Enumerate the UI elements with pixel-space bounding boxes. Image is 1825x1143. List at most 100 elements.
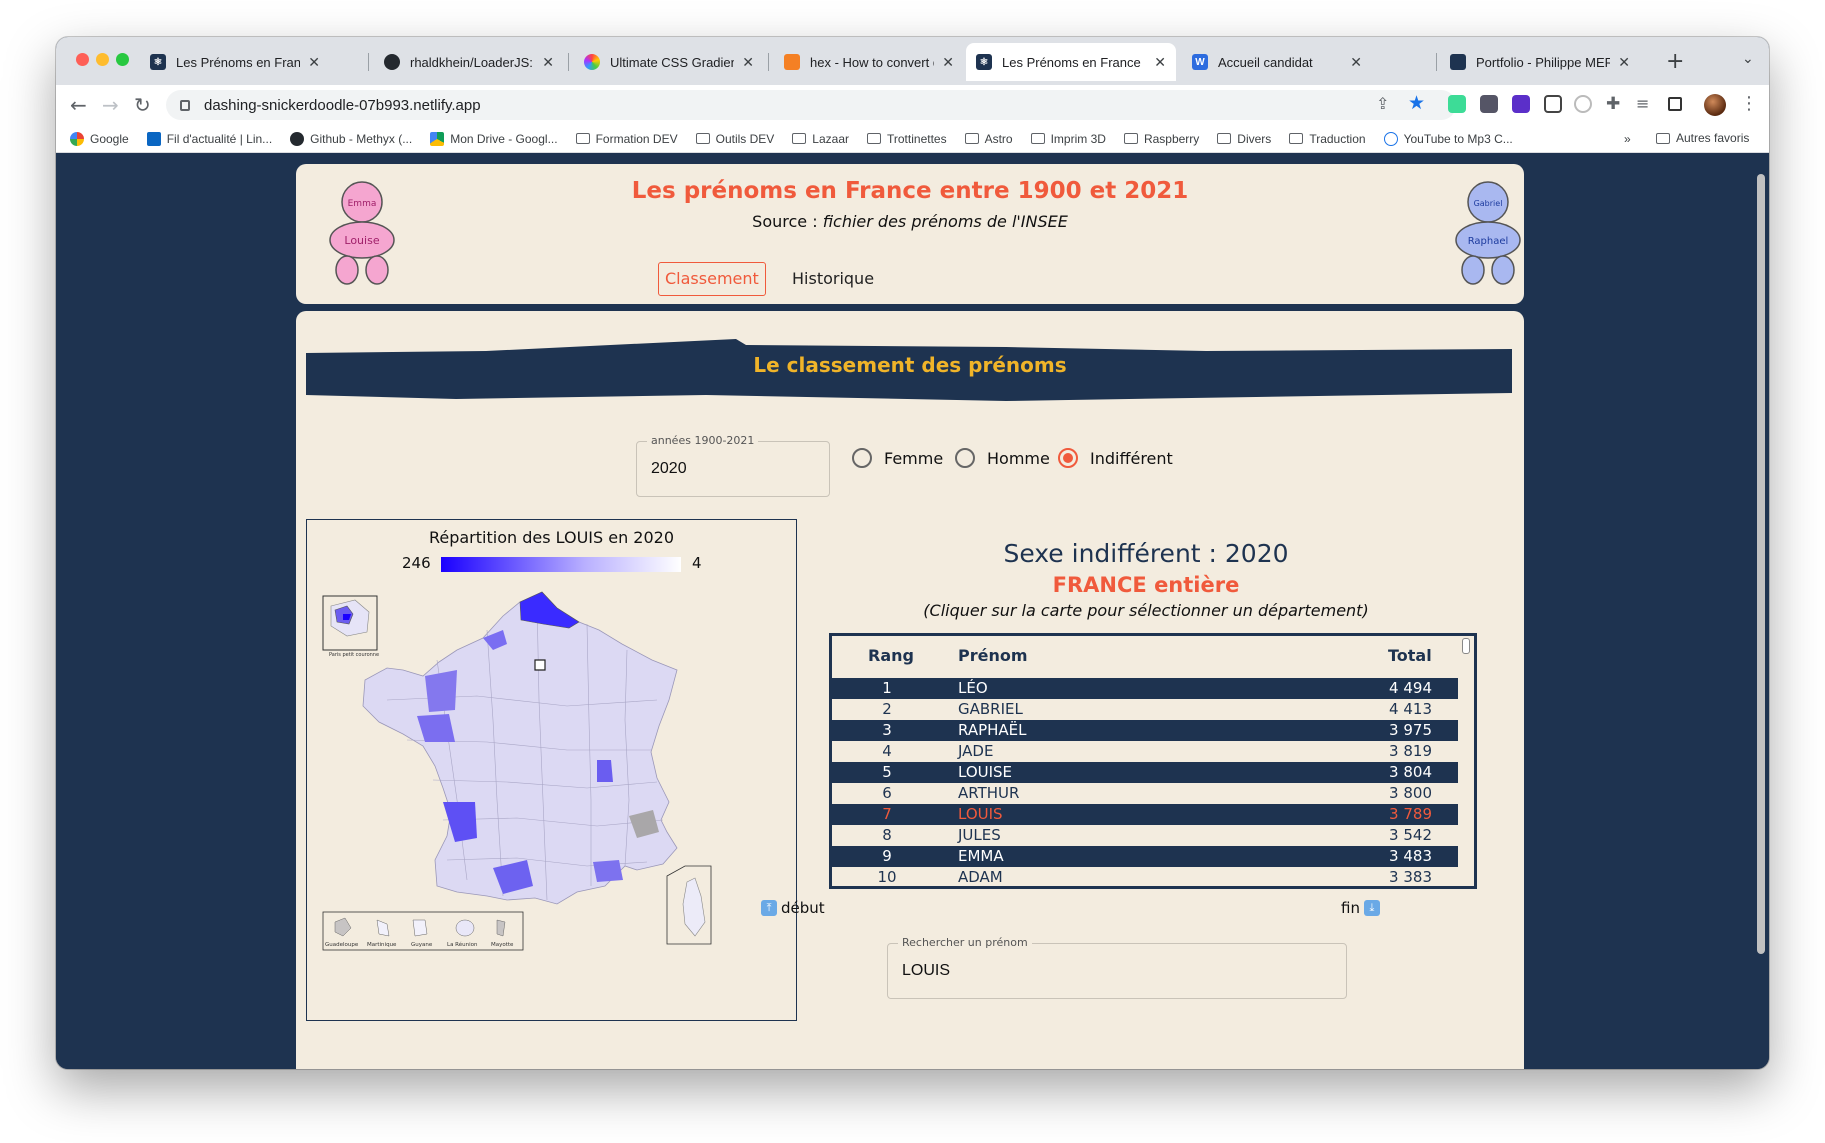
search-input[interactable]: LOUIS — [902, 962, 950, 980]
browser-toolbar: ← → ↻ dashing-snickerdoodle-07b993.netli… — [56, 85, 1769, 125]
radio-indifferent-circle[interactable] — [1058, 448, 1078, 468]
table-row[interactable]: 5 LOUISE 3 804 — [832, 762, 1458, 783]
table-scrollbar[interactable] — [1462, 638, 1470, 654]
tab-search-chevron-icon[interactable]: ⌄ — [1742, 51, 1754, 67]
search-field[interactable]: Rechercher un prénom LOUIS — [887, 936, 1347, 999]
bookmark-folder-traduction[interactable]: Traduction — [1289, 132, 1366, 146]
pager-end-button[interactable]: fin ⤓ — [1341, 899, 1380, 917]
table-row[interactable]: 3 RAPHAËL 3 975 — [832, 720, 1458, 741]
year-field[interactable]: années 1900-2021 2020 — [636, 434, 830, 497]
nav-classement[interactable]: Classement — [658, 262, 766, 296]
compass-extension-icon[interactable] — [1574, 95, 1592, 113]
bookmarks-overflow-button[interactable]: » — [1624, 132, 1631, 146]
bookmark-folder-divers[interactable]: Divers — [1217, 132, 1271, 146]
new-tab-icon[interactable]: + — [1666, 49, 1684, 74]
close-tab-icon[interactable]: ✕ — [942, 54, 954, 71]
reload-icon[interactable]: ↻ — [134, 93, 151, 117]
side-panel-icon[interactable] — [1668, 97, 1682, 111]
bookmark-folder-trottinettes[interactable]: Trottinettes — [867, 132, 947, 146]
share-icon[interactable]: ⇪ — [1376, 94, 1389, 113]
close-tab-icon[interactable]: ✕ — [542, 54, 554, 71]
bookmark-google[interactable]: Google — [70, 131, 129, 146]
cell-prenom: RAPHAËL — [958, 721, 1027, 739]
close-tab-icon[interactable]: ✕ — [308, 54, 320, 71]
table-row[interactable]: 2 GABRIEL 4 413 — [832, 699, 1458, 720]
radio-femme[interactable]: Femme — [852, 448, 943, 468]
bookmark-folder-astro[interactable]: Astro — [964, 132, 1013, 146]
cell-total: 3 383 — [1389, 868, 1432, 886]
tab-5-active[interactable]: ⚛ Les Prénoms en France ✕ — [966, 43, 1176, 81]
radio-homme-circle[interactable] — [955, 448, 975, 468]
paris-inset-label: Paris petit couronne — [329, 652, 379, 658]
image-extension-icon[interactable] — [1544, 95, 1562, 113]
table-row[interactable]: 8 JULES 3 542 — [832, 825, 1458, 846]
cell-total: 3 542 — [1389, 826, 1432, 844]
tab-4[interactable]: hex - How to convert deci ✕ — [774, 43, 964, 81]
pager-start-button[interactable]: ⤒ début — [761, 899, 825, 917]
tab-2[interactable]: rhaldkhein/LoaderJS: A fle ✕ — [374, 43, 564, 81]
extension-1-icon[interactable] — [1448, 95, 1466, 113]
page-viewport: Emma Louise Les prénoms en France entre … — [56, 154, 1769, 1069]
table-row[interactable]: 4 JADE 3 819 — [832, 741, 1458, 762]
page-scrollbar[interactable] — [1757, 174, 1765, 954]
download-cloud-icon — [1383, 131, 1398, 146]
ranking-table[interactable]: Rang Prénom Total 1 LÉO 4 494 2 GABRIEL 4 413… — [829, 633, 1477, 889]
extension-3-icon[interactable] — [1512, 95, 1530, 113]
france-map[interactable]: Paris petit couronne Guadeloupe Martiniq… — [307, 520, 798, 1022]
cell-rang: 1 — [882, 679, 892, 697]
close-tab-icon[interactable]: ✕ — [1154, 54, 1166, 71]
bookmark-drive[interactable]: Mon Drive - Googl... — [430, 131, 558, 146]
close-tab-icon[interactable]: ✕ — [742, 54, 754, 71]
bookmark-folder-outils[interactable]: Outils DEV — [695, 132, 774, 146]
radio-indifferent[interactable]: Indifférent — [1058, 448, 1173, 468]
close-tab-icon[interactable]: ✕ — [1350, 54, 1362, 71]
close-window-button[interactable] — [76, 53, 89, 66]
table-row[interactable]: 1 LÉO 4 494 — [832, 678, 1458, 699]
bookmark-star-icon[interactable]: ★ — [1408, 92, 1425, 114]
bookmark-github[interactable]: Github - Methyx (... — [290, 131, 412, 146]
radio-femme-circle[interactable] — [852, 448, 872, 468]
bookmark-folder-raspberry[interactable]: Raspberry — [1123, 132, 1199, 146]
results-title: Sexe indifférent : 2020 — [1003, 539, 1289, 568]
tab-7[interactable]: Portfolio - Philippe MERCY ✕ — [1440, 43, 1640, 81]
reading-list-icon[interactable]: ≡ — [1636, 94, 1649, 113]
folder-icon — [1656, 132, 1670, 144]
bookmark-folder-formation[interactable]: Formation DEV — [575, 132, 678, 146]
table-row[interactable]: 7 LOUIS 3 789 — [832, 804, 1458, 825]
github-favicon-icon — [384, 54, 400, 70]
cell-total: 4 413 — [1389, 700, 1432, 718]
radio-homme[interactable]: Homme — [955, 448, 1050, 468]
folder-icon — [1123, 133, 1138, 144]
bookmark-folder-lazaar[interactable]: Lazaar — [792, 132, 849, 146]
table-row[interactable]: 9 EMMA 3 483 — [832, 846, 1458, 867]
bookmark-youtube-mp3[interactable]: YouTube to Mp3 C... — [1383, 131, 1513, 146]
year-input[interactable]: 2020 — [651, 460, 687, 478]
tab-6[interactable]: W Accueil candidat ✕ — [1182, 43, 1372, 81]
cell-total: 3 483 — [1389, 847, 1432, 865]
google-icon — [70, 131, 84, 146]
google-drive-icon — [430, 131, 445, 146]
tab-1[interactable]: ⚛ Les Prénoms en France ✕ — [140, 43, 330, 81]
profile-avatar[interactable] — [1704, 94, 1726, 116]
kebab-menu-icon[interactable]: ⋮ — [1740, 93, 1758, 114]
cell-prenom: JULES — [958, 826, 1001, 844]
address-bar[interactable]: dashing-snickerdoodle-07b993.netlify.app — [166, 90, 1456, 120]
browser-window: ⚛ Les Prénoms en France ✕ rhaldkhein/Loa… — [56, 37, 1769, 1069]
table-row[interactable]: 10 ADAM 3 383 — [832, 867, 1458, 886]
tab-3[interactable]: Ultimate CSS Gradient Ge ✕ — [574, 43, 764, 81]
puzzle-extensions-icon[interactable]: ✚ — [1606, 94, 1620, 114]
back-arrow-icon[interactable]: ← — [70, 93, 87, 117]
close-tab-icon[interactable]: ✕ — [1618, 54, 1630, 71]
cell-prenom: EMMA — [958, 847, 1004, 865]
nav-historique[interactable]: Historique — [792, 262, 874, 296]
cell-rang: 7 — [882, 805, 892, 823]
extension-2-icon[interactable] — [1480, 95, 1498, 113]
bookmark-linkedin[interactable]: Fil d'actualité | Lin... — [146, 131, 272, 146]
cell-prenom: ARTHUR — [958, 784, 1020, 802]
maximize-window-button[interactable] — [116, 53, 129, 66]
bookmark-folder-imprim3d[interactable]: Imprim 3D — [1030, 132, 1106, 146]
minimize-window-button[interactable] — [96, 53, 109, 66]
table-row[interactable]: 6 ARTHUR 3 800 — [832, 783, 1458, 804]
forward-arrow-icon[interactable]: → — [102, 93, 119, 117]
other-bookmarks-folder[interactable]: Autres favoris — [1656, 131, 1749, 145]
